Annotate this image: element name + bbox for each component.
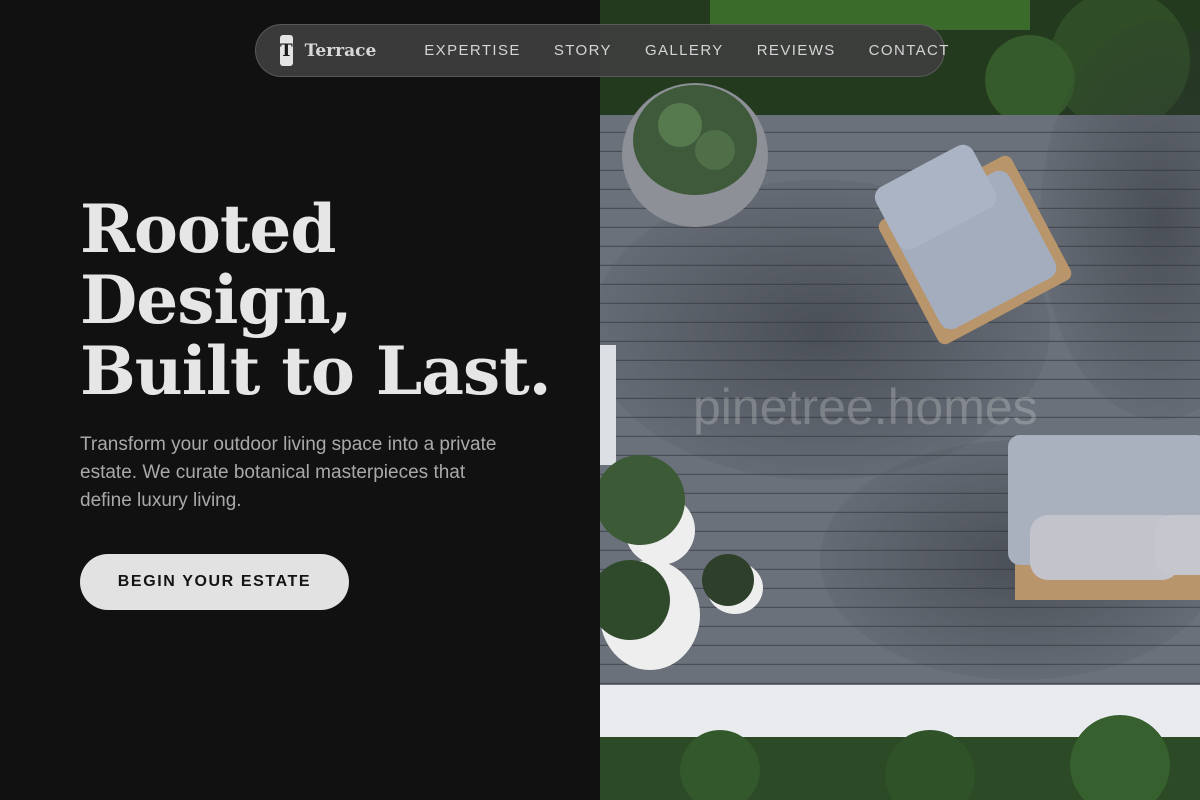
nav-link-story[interactable]: STORY bbox=[554, 42, 612, 59]
nav-link-gallery[interactable]: GALLERY bbox=[645, 42, 724, 59]
begin-your-estate-button[interactable]: BEGIN YOUR ESTATE bbox=[80, 554, 349, 610]
top-navigation: T Terrace EXPERTISE STORY GALLERY REVIEW… bbox=[255, 24, 948, 77]
nav-link-reviews[interactable]: REVIEWS bbox=[757, 42, 836, 59]
hero-title-line-3: Built to Last. bbox=[80, 332, 552, 410]
brand-name[interactable]: Terrace bbox=[305, 41, 377, 61]
nav-link-contact[interactable]: CONTACT bbox=[869, 42, 950, 59]
hero-image bbox=[600, 0, 1200, 800]
hero-title-line-2: Design, bbox=[80, 261, 353, 339]
hero-panel: Rooted Design, Built to Last. Transform … bbox=[0, 0, 600, 800]
hero-title: Rooted Design, Built to Last. bbox=[80, 194, 560, 407]
nav-links: EXPERTISE STORY GALLERY REVIEWS CONTACT bbox=[424, 42, 950, 59]
nav-link-expertise[interactable]: EXPERTISE bbox=[424, 42, 521, 59]
logo-icon[interactable]: T bbox=[280, 35, 293, 66]
deck-photo-illustration bbox=[600, 0, 1200, 800]
hero-title-line-1: Rooted bbox=[80, 190, 337, 268]
hero-subtitle: Transform your outdoor living space into… bbox=[80, 434, 497, 511]
